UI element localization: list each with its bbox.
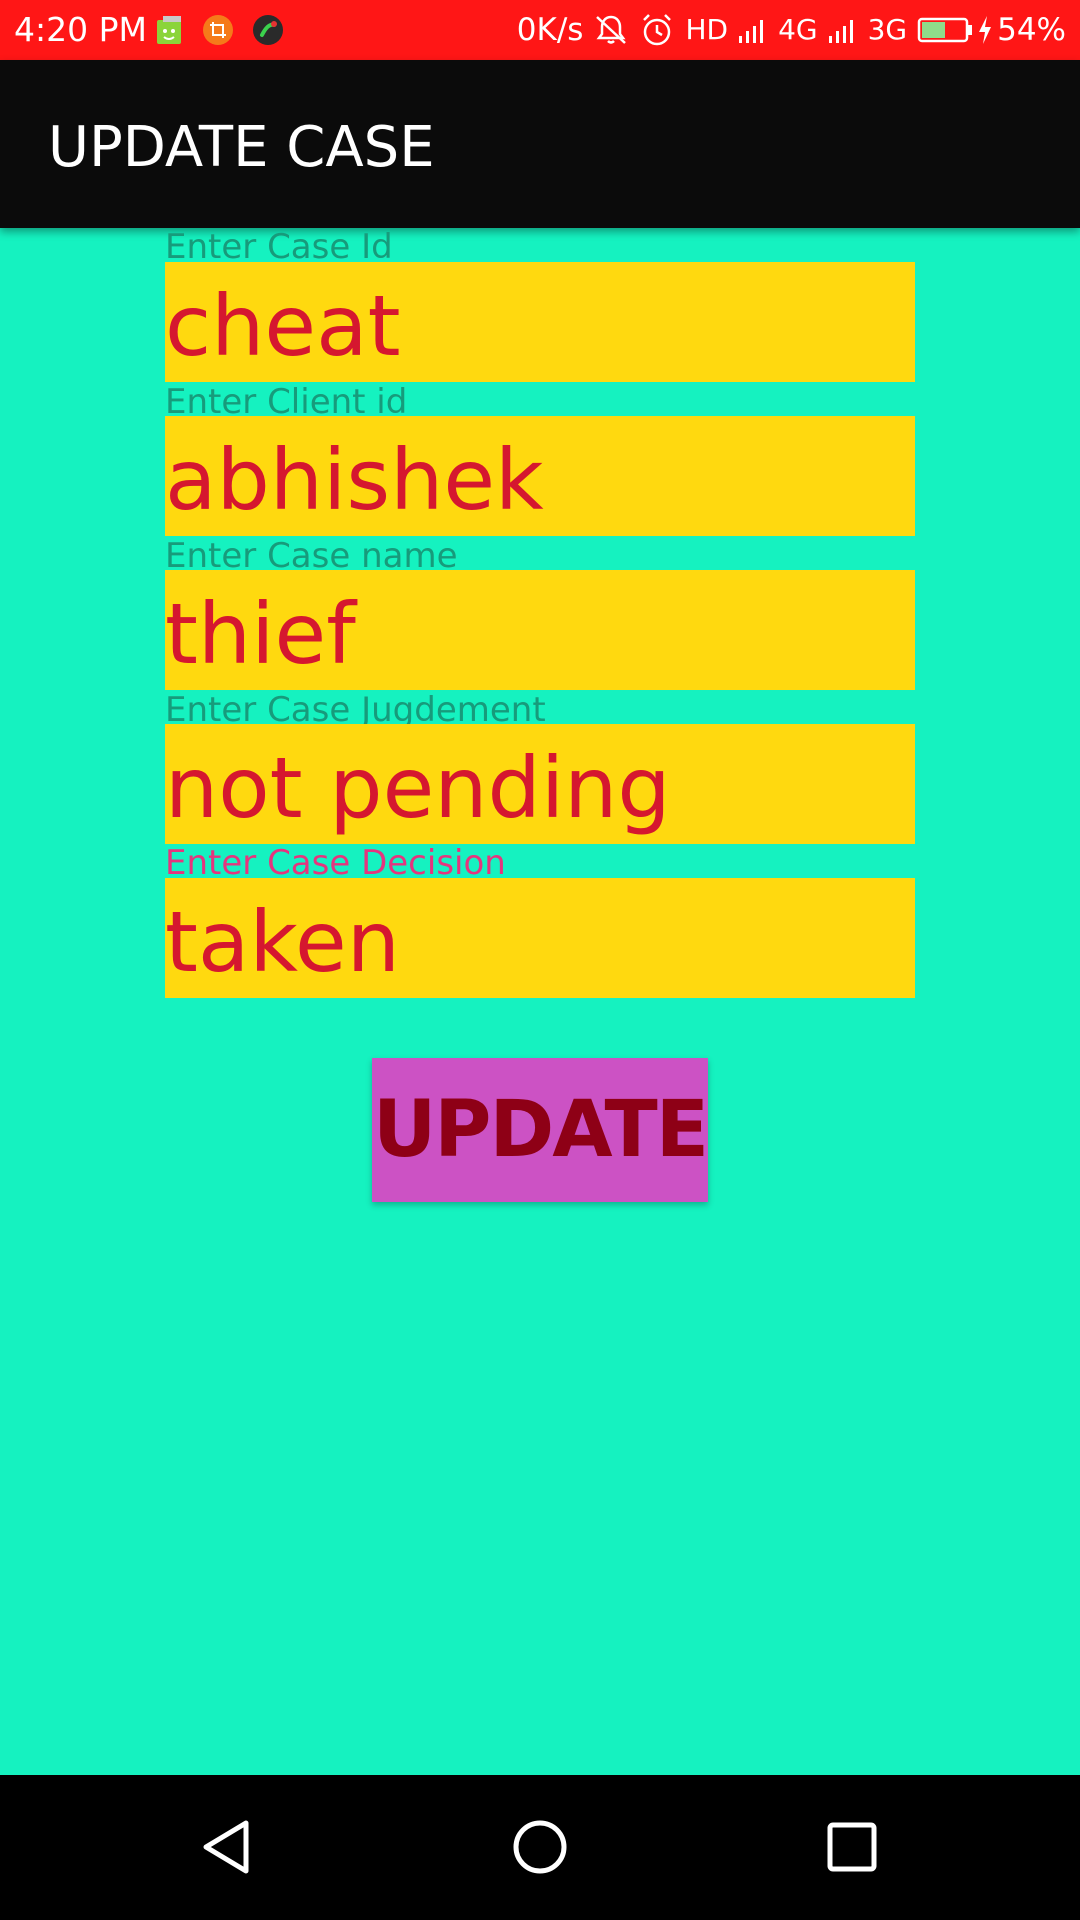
battery-icon [917,16,973,44]
case-name-value: thief [165,585,356,683]
signal-icon [828,16,858,44]
case-judgement-input[interactable]: not pending [165,724,915,844]
case-decision-label: Enter Case Decision [165,843,506,883]
update-button[interactable]: UPDATE [372,1058,708,1202]
network-speed: 0K/s [516,12,584,48]
notification-app-icon [154,14,186,46]
alarm-icon [639,12,675,48]
screen: 4:20 PM 0K/s HD 4G 3G 54% UPDATE CASE En… [0,0,1080,1920]
navigation-bar [0,1775,1080,1920]
charging-icon [977,15,993,45]
network-3g-label: 3G [867,13,908,46]
signal-icon [738,16,768,44]
case-id-value: cheat [165,277,401,375]
status-bar: 4:20 PM 0K/s HD 4G 3G 54% [0,0,1080,60]
status-time: 4:20 PM [14,10,147,49]
back-icon [203,1820,249,1874]
client-id-input[interactable]: abhishek [165,416,915,536]
case-decision-input[interactable]: taken [165,878,915,998]
recents-icon [827,1822,877,1872]
crop-app-icon [202,14,234,46]
case-decision-value: taken [165,893,400,991]
case-judgement-value: not pending [165,739,671,837]
page-title: UPDATE CASE [48,115,435,180]
case-name-input[interactable]: thief [165,570,915,690]
mute-icon [593,13,629,47]
network-4g-label: 4G [778,13,818,46]
app-bar: UPDATE CASE [0,60,1080,228]
status-right-group: 0K/s HD 4G 3G 54% [507,12,1066,48]
home-icon [513,1820,567,1874]
case-id-label: Enter Case Id [165,227,393,267]
hd-label: HD [685,13,729,46]
case-id-input[interactable]: cheat [165,262,915,382]
call-recorder-icon [252,14,284,46]
home-button[interactable] [490,1797,590,1897]
recents-button[interactable] [802,1797,902,1897]
back-button[interactable] [178,1797,278,1897]
client-id-value: abhishek [165,431,544,529]
battery-percent: 54% [997,12,1066,48]
